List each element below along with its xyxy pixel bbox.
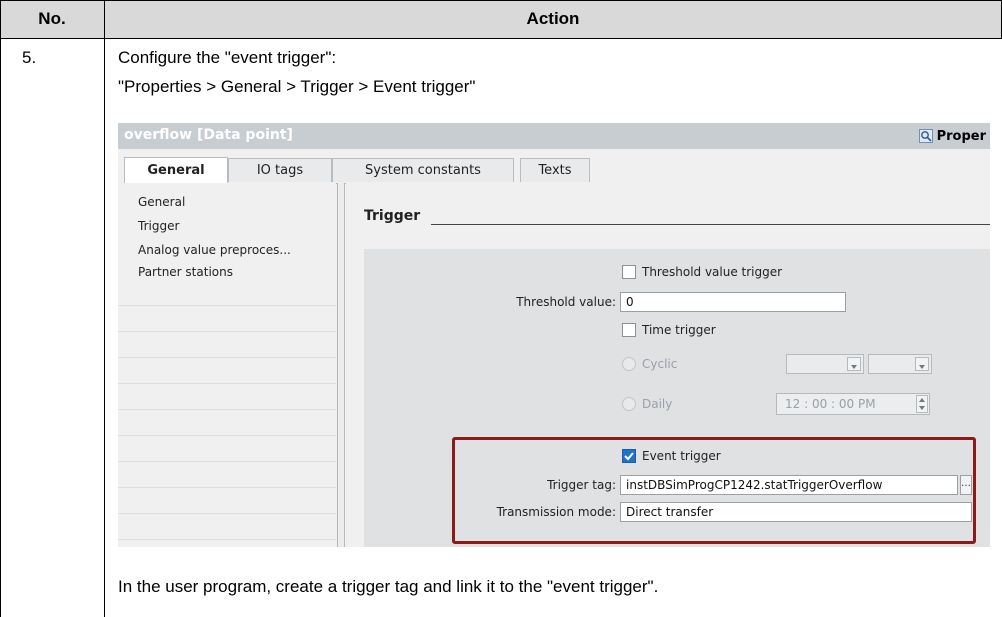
table-border-top [0, 0, 1002, 1]
nav-divider [118, 539, 336, 540]
nav-item-analog-value[interactable]: Analog value preproces... [138, 243, 291, 257]
header-divider [0, 38, 1002, 39]
time-trigger-checkbox[interactable] [622, 323, 636, 337]
column-divider [104, 0, 105, 617]
threshold-value-label: Threshold value: [516, 295, 616, 309]
header-no-cell: No. [0, 0, 104, 39]
nav-divider [118, 513, 336, 514]
nav-divider [118, 435, 336, 436]
property-nav: General Trigger Analog value preproces..… [118, 183, 336, 547]
tab-io-tags[interactable]: IO tags [228, 158, 332, 182]
nav-divider [118, 331, 336, 332]
header-action-cell: Action [104, 0, 1002, 39]
threshold-trigger-checkbox[interactable] [622, 265, 636, 279]
tab-system-constants[interactable]: System constants [332, 158, 514, 182]
time-trigger-label: Time trigger [642, 323, 716, 337]
header-action: Action [526, 9, 580, 28]
table-border-left [0, 0, 1, 617]
panel-splitter[interactable] [337, 183, 345, 547]
header-no: No. [38, 9, 66, 28]
nav-divider [118, 357, 336, 358]
time-spinner[interactable] [916, 395, 928, 413]
inspector-title: overflow [Data point] [124, 127, 293, 143]
section-rule [431, 224, 990, 225]
nav-divider [118, 305, 336, 306]
threshold-trigger-label: Threshold value trigger [642, 265, 783, 279]
chevron-down-icon[interactable] [915, 357, 929, 371]
nav-item-trigger[interactable]: Trigger [138, 219, 179, 233]
cyclic-label: Cyclic [642, 357, 678, 371]
section-title: Trigger [364, 208, 421, 224]
daily-time-field[interactable]: 12 : 00 : 00 PM [776, 393, 930, 415]
instruction-line-1: Configure the "event trigger": [118, 48, 337, 67]
step-number: 5. [22, 48, 37, 67]
nav-divider [118, 383, 336, 384]
nav-divider [118, 487, 336, 488]
cyclic-radio[interactable] [622, 357, 636, 371]
tab-bar: General IO tags System constants Texts [118, 149, 990, 184]
daily-radio[interactable] [622, 397, 636, 411]
cyclic-unit-dropdown[interactable] [868, 354, 932, 374]
nav-divider [118, 409, 336, 410]
event-trigger-highlight-box [452, 437, 976, 544]
tab-general[interactable]: General [124, 157, 228, 183]
chevron-down-icon[interactable] [847, 357, 861, 371]
threshold-value-field[interactable]: 0 [620, 292, 846, 312]
daily-time-value: 12 : 00 : 00 PM [785, 397, 876, 411]
nav-divider [118, 461, 336, 462]
daily-label: Daily [642, 397, 673, 411]
properties-button[interactable]: Proper [915, 127, 990, 145]
nav-item-partner-stations[interactable]: Partner stations [138, 265, 233, 279]
inspector-title-bar: overflow [Data point] Proper [118, 123, 990, 149]
instruction-line-2: "Properties > General > Trigger > Event … [118, 77, 476, 96]
properties-label: Proper [936, 128, 986, 144]
cyclic-interval-dropdown[interactable] [786, 354, 864, 374]
tab-texts[interactable]: Texts [520, 158, 590, 182]
nav-item-general[interactable]: General [138, 195, 185, 209]
properties-icon [918, 129, 933, 143]
footer-instruction: In the user program, create a trigger ta… [118, 577, 659, 596]
